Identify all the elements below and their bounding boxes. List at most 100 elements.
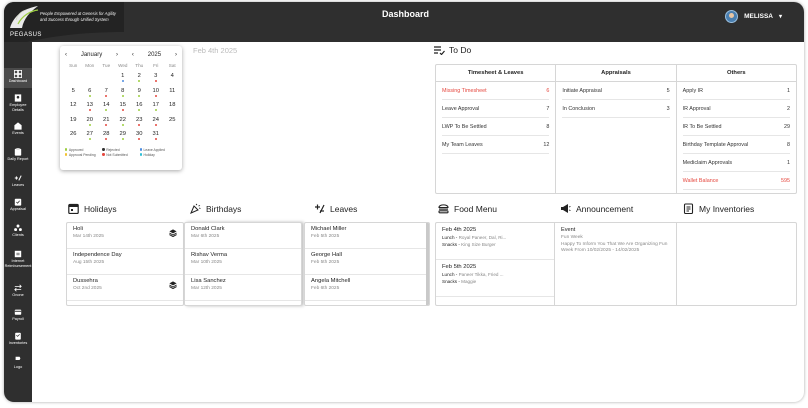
- holidays-list: Holi Mar 14th 2025 Independence Day Aug 15t…: [66, 222, 184, 306]
- calendar-day[interactable]: 6: [82, 88, 99, 103]
- sidebar-item-dashboard[interactable]: Dashboard: [4, 68, 32, 88]
- todo-row[interactable]: Wallet Balance 595: [682, 172, 790, 190]
- next-year-button[interactable]: ›: [175, 52, 177, 58]
- payroll-icon: [14, 309, 22, 315]
- todo-row[interactable]: IR To Be Settled 29: [682, 118, 790, 136]
- sidebar-item-appraisal[interactable]: Appraisal: [4, 198, 32, 212]
- calendar-day[interactable]: 15: [115, 102, 132, 117]
- next-month-button[interactable]: ›: [116, 52, 118, 58]
- calendar-day[interactable]: 30: [131, 131, 148, 146]
- item-date: Mar 10th 2025: [191, 260, 222, 265]
- year-label[interactable]: 2025: [148, 52, 161, 58]
- todo-row[interactable]: My Team Leaves 12: [442, 136, 550, 154]
- birthdays-list: Donald Clark Mar 6th 2025 Rishav Verma Mar …: [184, 222, 302, 306]
- calendar-day[interactable]: 17: [148, 102, 165, 117]
- daily-report-icon: [14, 148, 22, 156]
- list-item[interactable]: Michael Miller Feb 5th 2025: [305, 223, 429, 249]
- todo-row[interactable]: IR Approval 2: [682, 100, 790, 118]
- user-menu[interactable]: MELISSA ▾: [725, 10, 782, 23]
- calendar-day[interactable]: 25: [164, 117, 181, 132]
- food-menu-date: Feb 5th 2025: [442, 264, 477, 270]
- snacks-line: Snacks - King Size Burger: [442, 242, 548, 247]
- appraisal-icon: [14, 198, 22, 206]
- calendar-day[interactable]: 3: [148, 73, 165, 88]
- day-status-dots: [148, 80, 165, 83]
- todo-row[interactable]: In Conclusion 3: [562, 100, 670, 118]
- legend-label: Approved: [68, 147, 84, 152]
- calendar-day[interactable]: 16: [131, 102, 148, 117]
- calendar-day[interactable]: 23: [131, 117, 148, 132]
- sidebar-item-clients[interactable]: Clients: [4, 224, 32, 238]
- day-status-dots: [98, 123, 115, 126]
- list-item[interactable]: Independence Day Aug 15th 2025: [67, 249, 183, 275]
- sidebar-item-label: Logo: [13, 365, 23, 369]
- list-item[interactable]: Rishav Verma Mar 10th 2025: [185, 249, 301, 275]
- todo-row-label: Missing Timesheet: [442, 87, 487, 94]
- list-item[interactable]: Holi Mar 14th 2025: [67, 223, 183, 249]
- leaves-list: Michael Miller Feb 5th 2025 George Hall Feb…: [304, 222, 430, 306]
- list-item[interactable]: Lisa Sanchez Mar 12th 2025: [185, 275, 301, 301]
- calendar-day[interactable]: 24: [148, 117, 165, 132]
- sidebar-item-leaves[interactable]: Leaves: [4, 174, 32, 188]
- avatar[interactable]: [725, 10, 739, 23]
- calendar-day[interactable]: 8: [115, 88, 132, 103]
- todo-column-header: Appraisals: [556, 65, 676, 82]
- todo-row-count: 5: [666, 87, 670, 94]
- calendar-day[interactable]: 1: [115, 73, 132, 88]
- sidebar-item-daily-report[interactable]: Daily Report: [4, 148, 32, 162]
- month-label[interactable]: January: [81, 52, 102, 58]
- todo-row[interactable]: Leave Approval 7: [442, 100, 550, 118]
- calendar-day[interactable]: 18: [164, 102, 181, 117]
- calendar-day[interactable]: 27: [82, 131, 99, 146]
- prev-month-button[interactable]: ‹: [65, 52, 67, 58]
- sidebar-item-events[interactable]: Events: [4, 122, 32, 136]
- todo-row[interactable]: Missing Timesheet 6: [442, 82, 550, 100]
- calendar-day[interactable]: 9: [131, 88, 148, 103]
- calendar-day[interactable]: 4: [164, 73, 181, 88]
- calendar-day[interactable]: 26: [65, 131, 82, 146]
- calendar-day[interactable]: 29: [115, 131, 132, 146]
- calendar-day[interactable]: 19: [65, 117, 82, 132]
- sidebar-item-logo[interactable]: Logo: [4, 356, 32, 370]
- sidebar-item-onone[interactable]: Onone: [4, 284, 32, 298]
- sidebar-item-label: Clients: [12, 233, 24, 237]
- todo-row[interactable]: Apply IR 1: [682, 82, 790, 100]
- scrollbar[interactable]: [426, 223, 429, 305]
- food-menu-heading: Food Menu: [438, 203, 497, 214]
- sidebar-item-internet[interactable]: Internet Reimbursement: [4, 250, 32, 268]
- prev-year-button[interactable]: ‹: [132, 52, 134, 58]
- food-menu-item[interactable]: Feb 5th 2025 Lunch - Paneer Tikka, Fried …: [436, 260, 554, 297]
- chevron-down-icon[interactable]: ▾: [779, 13, 782, 20]
- weekday-label: Tue: [102, 63, 111, 68]
- calendar-day[interactable]: 14: [98, 102, 115, 117]
- events-icon: [14, 122, 22, 130]
- calendar-day[interactable]: 20: [82, 117, 99, 132]
- calendar-day[interactable]: 21: [98, 117, 115, 132]
- calendar-day[interactable]: 13: [82, 102, 99, 117]
- food-menu-item[interactable]: Feb 4th 2025 Lunch - Royal Paneer, Dal, R…: [436, 223, 554, 260]
- list-item[interactable]: Angela Mitchell Feb 6th 2025: [305, 275, 429, 301]
- calendar-day[interactable]: 31: [148, 131, 165, 146]
- todo-row[interactable]: Mediclaim Approvals 1: [682, 154, 790, 172]
- calendar-day: [164, 131, 181, 146]
- calendar-day[interactable]: 2: [131, 73, 148, 88]
- calendar-day[interactable]: 7: [98, 88, 115, 103]
- calendar-day[interactable]: 22: [115, 117, 132, 132]
- todo-row[interactable]: LWP To Be Settled 8: [442, 118, 550, 136]
- calendar-day[interactable]: 10: [148, 88, 165, 103]
- calendar-day[interactable]: 11: [164, 88, 181, 103]
- calendar-day[interactable]: 5: [65, 88, 82, 103]
- calendar-day[interactable]: 28: [98, 131, 115, 146]
- announcement-card[interactable]: Event Fun Week Happy To Inform You That …: [555, 223, 677, 305]
- calendar-day[interactable]: 12: [65, 102, 82, 117]
- status-dot: [88, 138, 91, 141]
- logo[interactable]: People Empowered at Genesis for Agility …: [4, 2, 124, 48]
- sidebar-item-inventories[interactable]: Inventories: [4, 332, 32, 346]
- todo-row[interactable]: Birthday Template Approval 8: [682, 136, 790, 154]
- list-item[interactable]: Donald Clark Mar 6th 2025: [185, 223, 301, 249]
- sidebar-item-employee[interactable]: Employee Details: [4, 94, 32, 112]
- sidebar-item-payroll[interactable]: Payroll: [4, 308, 32, 322]
- todo-row[interactable]: Initiate Appraisal 5: [562, 82, 670, 100]
- list-item[interactable]: Dussehra Oct 2nd 2025: [67, 275, 183, 301]
- list-item[interactable]: George Hall Feb 5th 2025: [305, 249, 429, 275]
